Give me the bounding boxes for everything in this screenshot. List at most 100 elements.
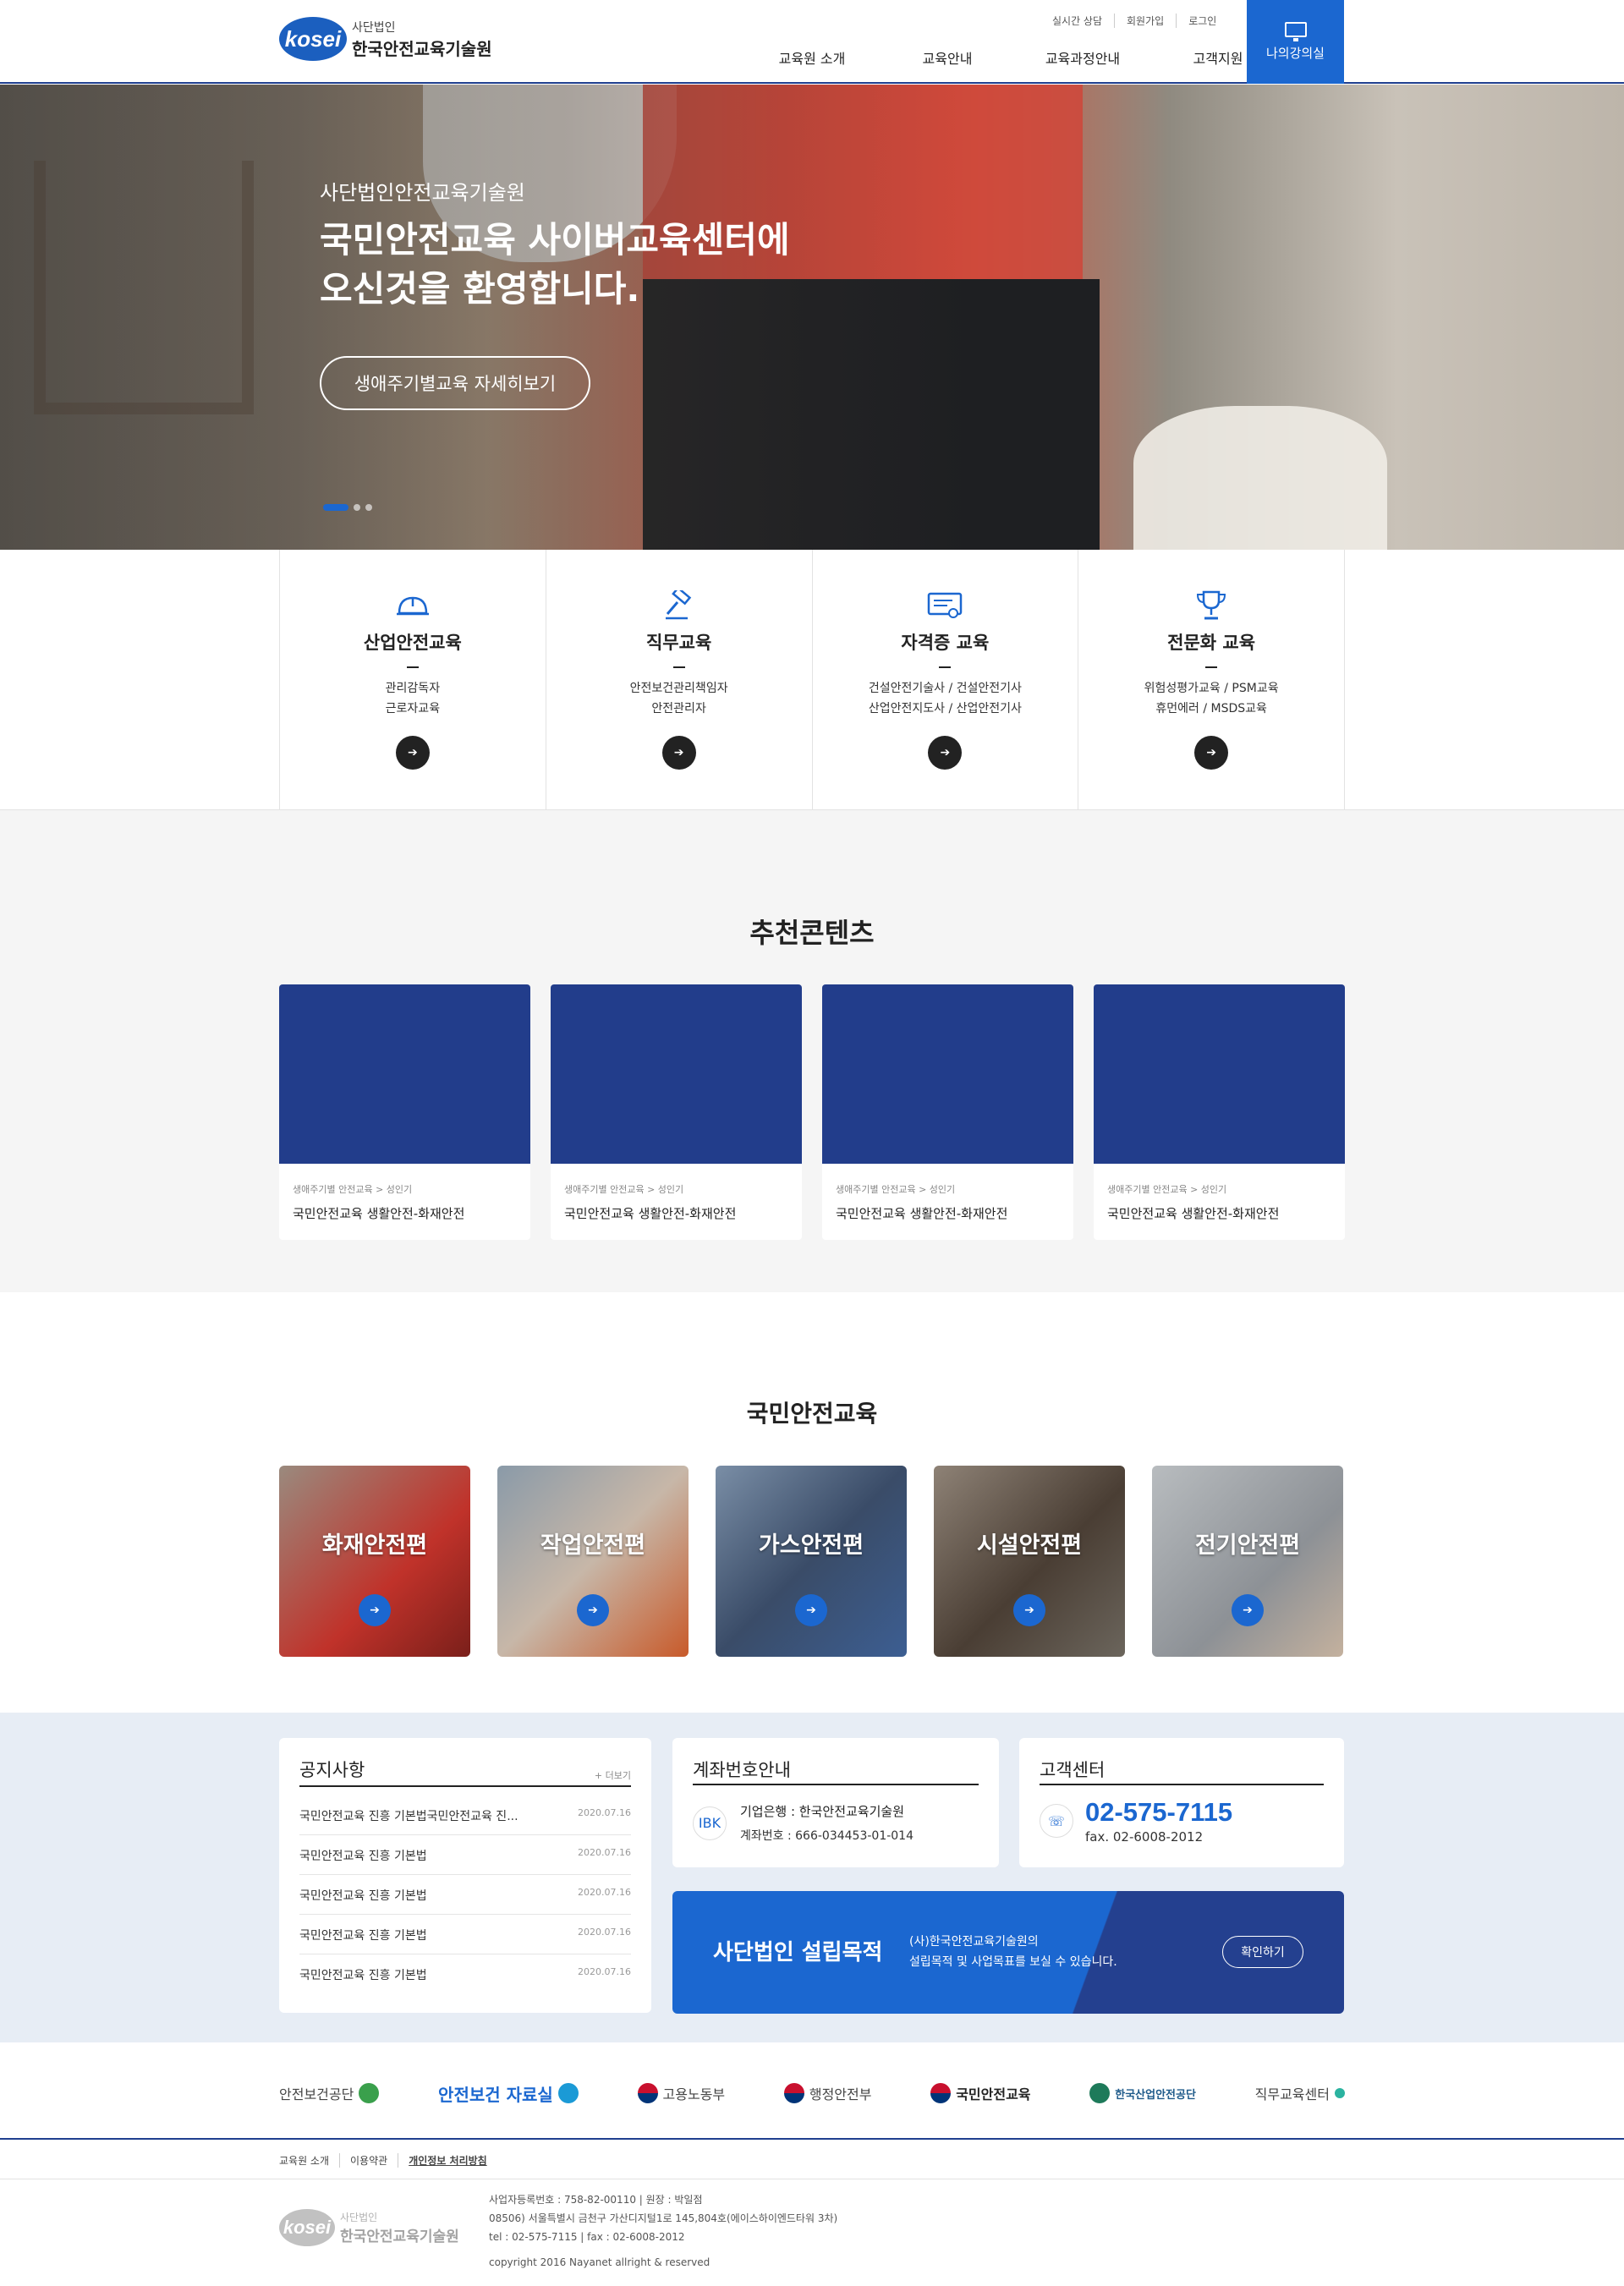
- category-line: 휴먼에러 / MSDS교육: [1155, 702, 1267, 715]
- content-card[interactable]: 생애주기별 안전교육 > 성인기 국민안전교육 생활안전-화재안전: [279, 984, 530, 1240]
- footer-link-terms[interactable]: 이용약관: [340, 2153, 399, 2168]
- util-signup[interactable]: 회원가입: [1115, 14, 1177, 28]
- tile-label: 전기안전편: [1194, 1532, 1301, 1559]
- card-title: 국민안전교육 생활안전-화재안전: [293, 1206, 465, 1221]
- hero-title: 국민안전교육 사이버교육센터에 오신것을 환영합니다.: [320, 219, 790, 310]
- arrow-right-icon[interactable]: ➔: [359, 1594, 391, 1626]
- taegeuk-icon: [930, 2083, 952, 2103]
- site-logo[interactable]: kosei 사단법인 한국안전교육기술원: [279, 17, 492, 61]
- purpose-confirm-button[interactable]: 확인하기: [1222, 1936, 1303, 1968]
- category-job-training[interactable]: 직무교육 안전보건관리책임자 안전관리자 ➔: [546, 550, 813, 810]
- tile-fire-safety[interactable]: 화재안전편 ➔: [279, 1466, 470, 1657]
- partner-job-center[interactable]: 직무교육센터: [1255, 2083, 1345, 2103]
- notice-list: 국민안전교육 진흥 기본법국민안전교육 진... 2020.07.16 국민안전교…: [299, 1795, 631, 1993]
- category-title: 산업안전교육: [363, 633, 462, 653]
- hero-dot-3[interactable]: [365, 504, 372, 511]
- card-title: 국민안전교육 생활안전-화재안전: [1107, 1206, 1280, 1221]
- util-live-chat[interactable]: 실시간 상담: [1040, 14, 1116, 28]
- hero-banner: [0, 85, 1624, 550]
- account-bank: 기업은행 : 한국안전교육기술원: [740, 1804, 904, 1819]
- notice-item[interactable]: 국민안전교육 진흥 기본법 2020.07.16: [299, 1915, 631, 1954]
- notice-item[interactable]: 국민안전교육 진흥 기본법 2020.07.16: [299, 1875, 631, 1915]
- card-thumbnail: [279, 984, 530, 1164]
- helmet-icon: [280, 590, 546, 621]
- tile-label: 시설안전편: [976, 1532, 1083, 1559]
- main-nav: 교육원 소개 교육안내 교육과정안내 고객지원: [744, 47, 1286, 68]
- category-line: 안전관리자: [651, 702, 706, 715]
- nav-edu-info[interactable]: 교육안내: [880, 47, 1015, 68]
- util-login[interactable]: 로그인: [1177, 14, 1228, 28]
- arrow-right-icon[interactable]: ➔: [661, 736, 696, 770]
- footer-tel: tel : 02-575-7115 | fax : 02-6008-2012: [489, 2231, 685, 2243]
- footer-address-line: 08506) 서울특별시 금천구 가산디지털1로 145,804호(에이스하이엔…: [489, 2212, 838, 2224]
- info-section: 공지사항 + 더보기 국민안전교육 진흥 기본법국민안전교육 진... 2020.…: [0, 1713, 1624, 2042]
- account-box: 계좌번호안내 IBK 기업은행 : 한국안전교육기술원 계좌번호 : 666-0…: [672, 1738, 999, 1867]
- cross-icon: [359, 2083, 380, 2103]
- partner-logos: 안전보건공단 안전보건 자료실 고용노동부 행정안전부 국민안전교육 한국산업안…: [279, 2047, 1345, 2140]
- category-title: 전문화 교육: [1167, 633, 1256, 653]
- partner-kosha[interactable]: 안전보건공단: [279, 2083, 380, 2103]
- bank-logo-icon: IBK: [693, 1806, 727, 1840]
- tile-work-safety[interactable]: 작업안전편 ➔: [497, 1466, 689, 1657]
- category-specialized[interactable]: 전문화 교육 위험성평가교육 / PSM교육 휴먼에러 / MSDS교육 ➔: [1078, 550, 1345, 810]
- taegeuk-icon: [783, 2083, 804, 2103]
- hero-dot-1[interactable]: [323, 504, 348, 511]
- category-certificate[interactable]: 자격증 교육 건설안전기술사 / 건설안전기사 산업안전지도사 / 산업안전기사…: [813, 550, 1079, 810]
- content-card[interactable]: 생애주기별 안전교육 > 성인기 국민안전교육 생활안전-화재안전: [822, 984, 1073, 1240]
- arrow-right-icon[interactable]: ➔: [795, 1594, 827, 1626]
- content-card[interactable]: 생애주기별 안전교육 > 성인기 국민안전교육 생활안전-화재안전: [1094, 984, 1345, 1240]
- arrow-right-icon[interactable]: ➔: [928, 736, 963, 770]
- category-line: 산업안전지도사 / 산업안전기사: [868, 702, 1022, 715]
- tile-gas-safety[interactable]: 가스안전편 ➔: [716, 1466, 907, 1657]
- arrow-right-icon[interactable]: ➔: [577, 1594, 609, 1626]
- customer-center-box: 고객센터 ☏ 02-575-7115 fax. 02-6008-2012: [1019, 1738, 1344, 1867]
- national-tiles: 화재안전편 ➔ 작업안전편 ➔ 가스안전편 ➔ 시설안전편 ➔ 전기안전편 ➔: [279, 1466, 1343, 1657]
- category-row: 산업안전교육 관리감독자 근로자교육 ➔ 직무교육 안전보건관리책임자 안전관리…: [279, 550, 1345, 810]
- footer-link-about[interactable]: 교육원 소개: [279, 2153, 341, 2168]
- card-title: 국민안전교육 생활안전-화재안전: [564, 1206, 737, 1221]
- monitor-icon: [1284, 22, 1307, 41]
- logo-title: 한국안전교육기술원: [352, 38, 492, 59]
- nav-courses[interactable]: 교육과정안내: [1015, 47, 1150, 68]
- content-card[interactable]: 생애주기별 안전교육 > 성인기 국민안전교육 생활안전-화재안전: [551, 984, 802, 1240]
- account-number: 계좌번호 : 666-034453-01-014: [740, 1829, 914, 1843]
- card-thumbnail: [1094, 984, 1345, 1164]
- partner-safety-data[interactable]: 안전보건 자료실: [438, 2081, 579, 2106]
- category-industrial-safety[interactable]: 산업안전교육 관리감독자 근로자교육 ➔: [280, 550, 546, 810]
- nav-about[interactable]: 교육원 소개: [744, 47, 880, 68]
- tile-facility-safety[interactable]: 시설안전편 ➔: [934, 1466, 1125, 1657]
- hero-detail-button[interactable]: 생애주기별교육 자세히보기: [320, 356, 590, 410]
- footer-links: 교육원 소개 이용약관 개인정보 처리방침: [279, 2153, 497, 2168]
- purpose-banner: 사단법인 설립목적 (사)한국안전교육기술원의 설립목적 및 사업목표를 보실 …: [672, 1891, 1344, 2014]
- notice-item[interactable]: 국민안전교육 진흥 기본법 2020.07.16: [299, 1835, 631, 1875]
- national-heading: 국민안전교육: [746, 1400, 878, 1428]
- arrow-right-icon[interactable]: ➔: [1232, 1594, 1264, 1626]
- partner-kosha-industrial[interactable]: 한국산업안전공단: [1089, 2083, 1196, 2103]
- notice-more-link[interactable]: + 더보기: [595, 1768, 631, 1782]
- hero-dot-2[interactable]: [354, 504, 360, 511]
- gavel-icon: [546, 590, 812, 621]
- footer-logo-mark: kosei: [279, 2209, 335, 2246]
- partner-moel[interactable]: 고용노동부: [637, 2083, 725, 2103]
- footer-biz: 사업자등록번호 : 758-82-00110 | 원장 : 박일점: [489, 2194, 703, 2206]
- footer-copyright: copyright 2016 Nayanet allright & reserv…: [489, 2256, 710, 2268]
- notice-heading: 공지사항: [299, 1760, 365, 1780]
- arrow-right-icon[interactable]: ➔: [395, 736, 430, 770]
- category-title: 직무교육: [645, 633, 712, 653]
- cs-phone[interactable]: 02-575-7115: [1085, 1797, 1232, 1828]
- notice-item[interactable]: 국민안전교육 진흥 기본법 2020.07.16: [299, 1954, 631, 1993]
- badge-icon: [557, 2083, 579, 2103]
- my-classroom-button[interactable]: 나의강의실: [1247, 0, 1344, 84]
- footer-link-privacy[interactable]: 개인정보 처리방침: [398, 2153, 497, 2168]
- category-line: 근로자교육: [385, 702, 441, 715]
- partner-mois[interactable]: 행정안전부: [783, 2083, 871, 2103]
- recommended-section: 추천콘텐츠 생애주기별 안전교육 > 성인기 국민안전교육 생활안전-화재안전 …: [0, 810, 1624, 1292]
- arrow-right-icon[interactable]: ➔: [1194, 736, 1229, 770]
- tile-electric-safety[interactable]: 전기안전편 ➔: [1152, 1466, 1343, 1657]
- arrow-right-icon[interactable]: ➔: [1013, 1594, 1045, 1626]
- tile-label: 화재안전편: [321, 1532, 428, 1559]
- recommended-heading: 추천콘텐츠: [749, 917, 875, 949]
- notice-item[interactable]: 국민안전교육 진흥 기본법국민안전교육 진... 2020.07.16: [299, 1795, 631, 1835]
- kosha-logo-icon: [1089, 2083, 1111, 2103]
- partner-national-safety[interactable]: 국민안전교육: [930, 2083, 1031, 2103]
